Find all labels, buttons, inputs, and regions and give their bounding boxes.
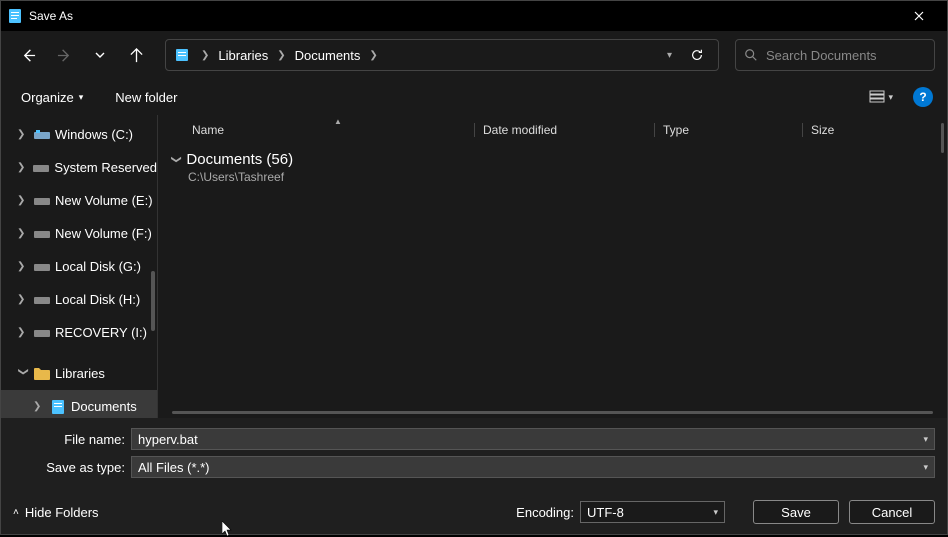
chevron-down-icon: ▾ xyxy=(888,92,893,103)
chevron-right-icon[interactable]: ❯ xyxy=(33,401,45,412)
forward-button[interactable] xyxy=(49,40,79,70)
chevron-right-icon[interactable]: ❯ xyxy=(17,261,29,272)
savetype-select[interactable]: All Files (*.*) ▾ xyxy=(131,456,935,478)
group-header[interactable]: ❯ Documents (56) xyxy=(172,151,933,168)
column-date[interactable]: Date modified xyxy=(474,123,654,137)
chevron-up-icon: ˄ xyxy=(13,507,19,518)
chevron-down-icon: ▾ xyxy=(79,92,84,103)
back-button[interactable] xyxy=(13,40,43,70)
drive-icon xyxy=(34,226,50,242)
savetype-label: Save as type: xyxy=(13,460,131,475)
notepad-icon xyxy=(7,8,23,24)
column-headers: Name ▲ Date modified Type Size xyxy=(158,115,947,145)
chevron-down-icon[interactable]: ❯ xyxy=(18,368,29,380)
cancel-button[interactable]: Cancel xyxy=(849,500,935,524)
tree-item-libraries[interactable]: ❯ Libraries xyxy=(1,357,157,390)
save-as-dialog: Save As ❯ Libraries ❯ Documents ❯ xyxy=(0,0,948,535)
tree-item-new-volume-f[interactable]: ❯ New Volume (F:) xyxy=(1,217,157,250)
horizontal-scrollbar[interactable] xyxy=(172,411,933,414)
chevron-down-icon[interactable]: ▾ xyxy=(923,434,928,445)
chevron-right-icon[interactable]: ❯ xyxy=(17,294,29,305)
tree-item-windows-c[interactable]: ❯ Windows (C:) xyxy=(1,118,157,151)
chevron-right-icon[interactable]: ❯ xyxy=(274,50,288,61)
tree-item-documents[interactable]: ❯ Documents xyxy=(1,390,157,418)
drive-icon xyxy=(34,193,50,209)
address-bar[interactable]: ❯ Libraries ❯ Documents ❯ ▾ xyxy=(165,39,719,71)
hide-folders-button[interactable]: ˄ Hide Folders xyxy=(13,505,99,520)
refresh-button[interactable] xyxy=(684,48,710,62)
tree-item-system-reserved[interactable]: ❯ System Reserved xyxy=(1,151,157,184)
main-area: ❯ Windows (C:) ❯ System Reserved ❯ New V… xyxy=(1,115,947,418)
close-button[interactable] xyxy=(897,1,941,31)
file-list-area: Name ▲ Date modified Type Size ❯ Documen… xyxy=(157,115,947,418)
drive-icon xyxy=(33,160,49,176)
save-button[interactable]: Save xyxy=(753,500,839,524)
tree-item-recovery-i[interactable]: ❯ RECOVERY (I:) xyxy=(1,316,157,349)
chevron-right-icon[interactable]: ❯ xyxy=(198,50,212,61)
chevron-right-icon[interactable]: ❯ xyxy=(17,228,29,239)
drive-icon xyxy=(34,259,50,275)
chevron-right-icon[interactable]: ❯ xyxy=(17,162,28,173)
tree-item-new-volume-e[interactable]: ❯ New Volume (E:) xyxy=(1,184,157,217)
drive-icon xyxy=(34,292,50,308)
sidebar-scrollbar[interactable] xyxy=(151,271,155,331)
titlebar: Save As xyxy=(1,1,947,31)
chevron-right-icon[interactable]: ❯ xyxy=(366,50,380,61)
window-title: Save As xyxy=(29,9,897,23)
breadcrumb-documents[interactable]: Documents xyxy=(293,48,363,63)
documents-icon xyxy=(50,399,66,415)
search-input[interactable]: Search Documents xyxy=(735,39,935,71)
group-path: C:\Users\Tashreef xyxy=(172,170,933,184)
column-size[interactable]: Size xyxy=(802,123,902,137)
filename-input[interactable]: hyperv.bat ▾ xyxy=(131,428,935,450)
footer: ˄ Hide Folders Encoding: UTF-8 ▾ Save Ca… xyxy=(1,488,947,534)
up-button[interactable] xyxy=(121,40,151,70)
help-button[interactable]: ? xyxy=(913,87,933,107)
vertical-scrollbar[interactable] xyxy=(941,123,944,153)
chevron-right-icon[interactable]: ❯ xyxy=(17,129,29,140)
tree-item-local-disk-h[interactable]: ❯ Local Disk (H:) xyxy=(1,283,157,316)
column-type[interactable]: Type xyxy=(654,123,802,137)
column-name[interactable]: Name ▲ xyxy=(184,123,474,137)
chevron-down-icon[interactable]: ▾ xyxy=(923,462,928,473)
location-icon xyxy=(174,47,190,63)
encoding-label: Encoding: xyxy=(516,505,574,520)
chevron-right-icon[interactable]: ❯ xyxy=(17,195,29,206)
chevron-down-icon[interactable]: ❯ xyxy=(171,155,182,163)
group-title: Documents (56) xyxy=(186,151,293,168)
breadcrumb-libraries[interactable]: Libraries xyxy=(216,48,270,63)
encoding-select[interactable]: UTF-8 ▾ xyxy=(580,501,725,523)
search-placeholder: Search Documents xyxy=(766,48,877,63)
drive-icon xyxy=(34,127,50,143)
navigation-pane: ❯ Windows (C:) ❯ System Reserved ❯ New V… xyxy=(1,115,157,418)
recent-dropdown[interactable] xyxy=(85,40,115,70)
form-area: File name: hyperv.bat ▾ Save as type: Al… xyxy=(1,418,947,488)
address-dropdown[interactable]: ▾ xyxy=(659,50,680,61)
file-area[interactable]: ❯ Documents (56) C:\Users\Tashreef xyxy=(158,145,947,418)
tree-item-local-disk-g[interactable]: ❯ Local Disk (G:) xyxy=(1,250,157,283)
toolbar: Organize ▾ New folder ▾ ? xyxy=(1,79,947,115)
new-folder-button[interactable]: New folder xyxy=(109,86,183,109)
organize-button[interactable]: Organize ▾ xyxy=(15,86,89,109)
chevron-right-icon[interactable]: ❯ xyxy=(17,327,29,338)
chevron-down-icon[interactable]: ▾ xyxy=(713,507,718,518)
view-button[interactable]: ▾ xyxy=(863,86,899,108)
folder-icon xyxy=(34,366,50,382)
filename-label: File name: xyxy=(13,432,131,447)
nav-row: ❯ Libraries ❯ Documents ❯ ▾ Search Docum… xyxy=(1,31,947,79)
drive-icon xyxy=(34,325,50,341)
sort-indicator-icon: ▲ xyxy=(334,117,342,126)
search-icon xyxy=(744,48,758,62)
